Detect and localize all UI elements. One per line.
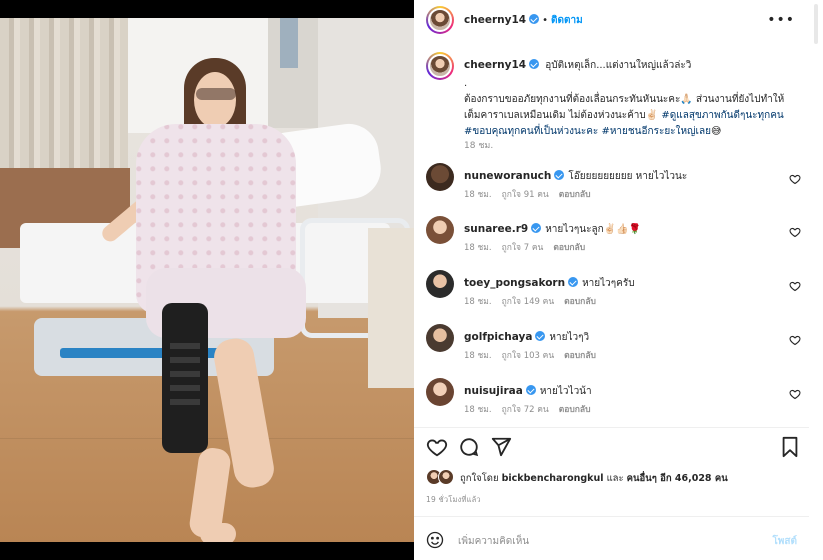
divider [414, 516, 809, 517]
author-avatar[interactable] [426, 6, 454, 34]
verified-badge-icon [529, 14, 540, 24]
commenter-username[interactable]: sunaree.r9 [464, 223, 528, 235]
comment-row: sunaree.r9 หายไวๆนะลูก✌🏻👍🏻🌹 18 ชม. ถูกใจ 7 … [414, 216, 809, 266]
comment-likes[interactable]: ถูกใจ 149 คน [502, 297, 555, 307]
heart-icon[interactable] [789, 280, 801, 292]
commenter-username[interactable]: nuisujiraa [464, 385, 523, 397]
add-comment-bar: โพสต์ [414, 522, 809, 560]
verified-badge-icon [525, 385, 536, 395]
reply-button[interactable]: ตอบกลับ [553, 243, 585, 253]
heart-icon[interactable] [789, 173, 801, 185]
heart-icon[interactable] [789, 334, 801, 346]
verified-badge-icon [568, 277, 579, 287]
caption-time[interactable]: 18 ชม. [464, 138, 493, 152]
reply-button[interactable]: ตอบกลับ [564, 297, 596, 307]
post-timestamp[interactable]: 19 ชั่วโมงที่แล้ว [426, 494, 481, 506]
commenter-username[interactable]: toey_pongsakorn [464, 277, 565, 289]
comment-row: golfpichaya หายไวๆวิ 18 ชม. ถูกใจ 103 คน ตอบ… [414, 324, 809, 374]
more-horizontal-icon[interactable]: ••• [767, 12, 795, 28]
dot-separator: • [542, 15, 548, 26]
reply-button[interactable]: ตอบกลับ [564, 351, 596, 361]
heart-icon[interactable] [789, 226, 801, 238]
person-figure [96, 58, 326, 542]
scrollbar[interactable] [809, 0, 823, 560]
reply-button[interactable]: ตอบกลับ [559, 190, 591, 200]
send-icon[interactable] [490, 436, 512, 458]
verified-badge-icon [554, 170, 565, 180]
comment-time[interactable]: 18 ชม. [464, 190, 492, 200]
commenter-avatar[interactable] [426, 163, 454, 191]
comment-text: หายไวๆวิ [549, 332, 590, 343]
commenter-username[interactable]: nuneworanuch [464, 170, 551, 182]
author-username[interactable]: cheerny14 [464, 14, 526, 26]
divider [414, 427, 809, 428]
verified-badge-icon [531, 223, 542, 233]
commenter-avatar[interactable] [426, 216, 454, 244]
post-side-panel: cheerny14 • ติดตาม ••• cheerny14 อุบัติเหต… [414, 0, 809, 560]
nightstand [368, 228, 414, 388]
likes-and: และ [606, 473, 624, 484]
commenter-avatar[interactable] [426, 270, 454, 298]
comment-time[interactable]: 18 ชม. [464, 351, 492, 361]
comment-time[interactable]: 18 ชม. [464, 297, 492, 307]
post-media-pane [0, 0, 414, 560]
hashtag-link[interactable]: #หายชนอีกระยะใหญ่เลย [601, 126, 711, 137]
comment-row: nuisujiraa หายไวไวน้า 18 ชม. ถูกใจ 72 คน ตอบ… [414, 378, 809, 428]
knee-brace [162, 303, 208, 453]
caption-author-avatar[interactable] [426, 52, 454, 80]
comment-text: โอ๊ยยยยยยยยย หายไวไวนะ [568, 171, 688, 182]
comment-likes[interactable]: ถูกใจ 103 คน [502, 351, 555, 361]
caption-emoji: 😅 [710, 126, 722, 137]
post-comment-button[interactable]: โพสต์ [772, 534, 797, 549]
hashtag-link[interactable]: #ดูแลสุขภาพกันดีๆนะทุกคน [661, 110, 783, 121]
comment-text: หายไวๆนะลูก✌🏻👍🏻🌹 [545, 224, 642, 235]
comment-time[interactable]: 18 ชม. [464, 243, 492, 253]
comment-row: nuneworanuch โอ๊ยยยยยยยยย หายไวไวนะ 18 ชม.… [414, 163, 809, 213]
comment-icon[interactable] [458, 436, 480, 458]
heart-icon[interactable] [789, 388, 801, 400]
commenter-username[interactable]: golfpichaya [464, 331, 532, 343]
liker-username[interactable]: bickbencharongkul [502, 473, 604, 484]
follow-button[interactable]: ติดตาม [551, 15, 583, 26]
bookmark-icon[interactable] [780, 436, 800, 458]
comment-row: toey_pongsakorn หายไวๆครับ 18 ชม. ถูกใจ 149… [414, 270, 809, 320]
comment-likes[interactable]: ถูกใจ 91 คน [502, 190, 549, 200]
heart-icon[interactable] [426, 436, 448, 458]
caption-username[interactable]: cheerny14 [464, 59, 526, 71]
caption-body: . ต้องกราบขออภัยทุกงานที่ต้องเลื่อนกระทั… [464, 76, 794, 140]
hashtag-link[interactable]: #ขอบคุณทุกคนที่เป็นห่วงนะคะ [464, 126, 598, 137]
comment-likes[interactable]: ถูกใจ 7 คน [502, 243, 544, 253]
caption-title: อุบัติเหตุเล็ก...แต่งานใหญ่แล้วล่ะวิ [545, 60, 692, 71]
post-header: cheerny14 • ติดตาม ••• [414, 0, 809, 40]
commenter-avatar[interactable] [426, 324, 454, 352]
comment-time[interactable]: 18 ชม. [464, 405, 492, 415]
comment-text: หายไวไวน้า [539, 386, 592, 397]
verified-badge-icon [529, 59, 540, 69]
post-photo[interactable] [0, 18, 414, 542]
likes-prefix: ถูกใจโดย [460, 473, 499, 484]
liker-avatars[interactable] [426, 469, 458, 485]
smile-emoji-icon[interactable] [426, 531, 444, 549]
reply-button[interactable]: ตอบกลับ [559, 405, 591, 415]
comment-input[interactable] [458, 532, 758, 550]
comment-likes[interactable]: ถูกใจ 72 คน [502, 405, 549, 415]
post-actions-bar [414, 434, 809, 462]
comment-text: หายไวๆครับ [582, 278, 635, 289]
likes-others-link[interactable]: คนอื่นๆ อีก 46,028 คน [627, 473, 728, 484]
commenter-avatar[interactable] [426, 378, 454, 406]
verified-badge-icon [535, 331, 546, 341]
